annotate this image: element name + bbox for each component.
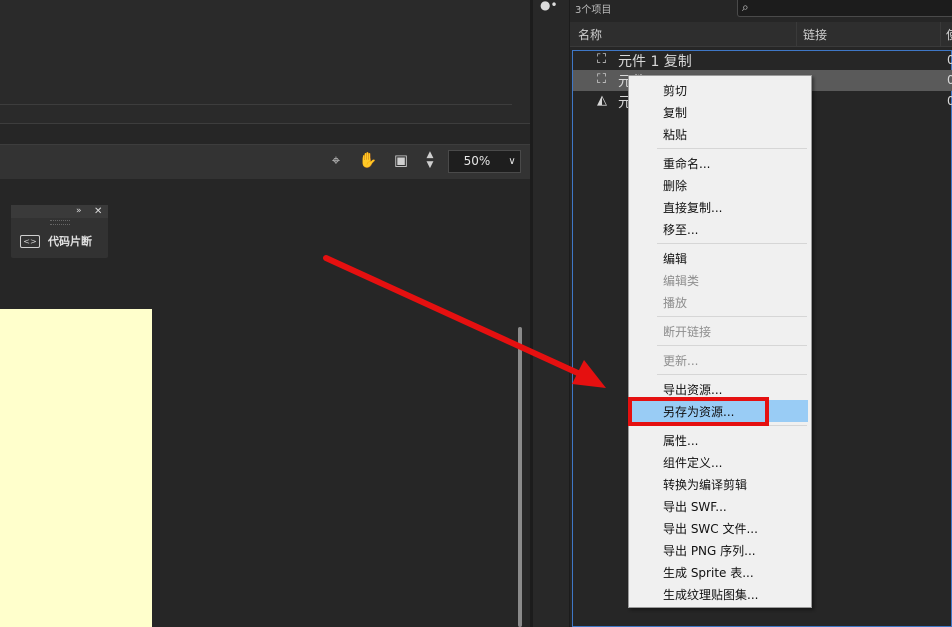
graphic-icon: ◭ xyxy=(597,93,607,108)
divider-line xyxy=(0,123,530,124)
menu-item-duplicate[interactable]: 直接复制... xyxy=(663,199,722,216)
menu-separator xyxy=(657,316,807,317)
menu-item-export-png-sequence[interactable]: 导出 PNG 序列... xyxy=(663,542,756,559)
menu-separator xyxy=(657,374,807,375)
stage-canvas[interactable] xyxy=(0,309,152,627)
chevron-down-icon[interactable]: ∨ xyxy=(504,150,521,173)
item-usage: 0 xyxy=(947,73,952,87)
dots-icon[interactable]: ●• xyxy=(540,0,560,11)
menu-item-rename[interactable]: 重命名... xyxy=(663,155,710,172)
menu-item-export-swf[interactable]: 导出 SWF... xyxy=(663,498,727,515)
item-count: 3个项目 xyxy=(575,5,612,16)
menu-separator xyxy=(657,243,807,244)
search-input[interactable] xyxy=(737,0,952,17)
menu-item-cut[interactable]: 剪切 xyxy=(663,82,687,99)
column-usage[interactable]: 使 xyxy=(946,26,952,43)
item-name: 元件 1 复制 xyxy=(618,54,692,70)
menu-item-copy[interactable]: 复制 xyxy=(663,104,687,121)
list-item[interactable]: ⛶ 元件 1 复制 0 xyxy=(573,50,952,71)
search-icon: ⌕ xyxy=(742,0,749,14)
menu-item-edit-class: 编辑类 xyxy=(663,274,700,288)
column-name[interactable]: 名称 xyxy=(578,26,602,43)
column-separator[interactable] xyxy=(796,22,797,46)
stage-top-area xyxy=(0,0,530,124)
zoom-input[interactable]: 50% xyxy=(448,150,506,173)
hand-tool-icon[interactable]: ✋ xyxy=(358,150,378,170)
column-header xyxy=(570,22,952,47)
menu-item-export-swc[interactable]: 导出 SWC 文件... xyxy=(663,520,758,537)
expand-icon[interactable]: » xyxy=(76,205,88,218)
menu-item-play: 播放 xyxy=(663,296,688,310)
menu-separator xyxy=(657,345,807,346)
divider-line xyxy=(0,104,512,105)
drag-handle[interactable] xyxy=(50,220,70,225)
annotation-highlight-box xyxy=(628,397,769,426)
vertical-scrollbar[interactable] xyxy=(518,327,522,627)
item-usage: 0 xyxy=(947,94,952,108)
item-usage: 0 xyxy=(947,53,952,67)
menu-item-convert-compiled-clip[interactable]: 转换为编译剪辑 xyxy=(663,476,747,493)
menu-item-component-definition[interactable]: 组件定义... xyxy=(663,454,722,471)
menu-item-break-link: 断开链接 xyxy=(663,325,712,339)
column-separator[interactable] xyxy=(940,22,941,46)
menu-item-edit[interactable]: 编辑 xyxy=(663,250,687,267)
menu-item-generate-texture-atlas[interactable]: 生成纹理贴图集... xyxy=(663,586,758,603)
menu-item-generate-sprite-sheet[interactable]: 生成 Sprite 表... xyxy=(663,564,754,581)
menu-item-paste[interactable]: 粘贴 xyxy=(663,126,687,143)
menu-item-export-asset[interactable]: 导出资源... xyxy=(663,381,722,398)
movieclip-icon: ⛶ xyxy=(597,72,607,87)
menu-item-update: 更新... xyxy=(663,354,699,368)
code-snippets-label[interactable]: 代码片断 xyxy=(48,233,92,249)
clip-stage-icon[interactable]: ▣ xyxy=(391,150,411,170)
side-panel-strip xyxy=(533,0,569,627)
movieclip-icon: ⛶ xyxy=(597,52,607,67)
column-link[interactable]: 链接 xyxy=(803,26,827,43)
menu-item-delete[interactable]: 删除 xyxy=(663,177,687,194)
crosshair-icon[interactable]: ⌖ xyxy=(326,150,346,170)
code-icon: <> xyxy=(20,235,40,248)
close-icon[interactable]: ✕ xyxy=(94,205,106,218)
menu-item-properties[interactable]: 属性... xyxy=(663,432,698,449)
zoom-stepper[interactable]: ▲ ▼ xyxy=(422,150,438,172)
menu-separator xyxy=(657,148,807,149)
menu-item-move[interactable]: 移至... xyxy=(663,221,698,238)
